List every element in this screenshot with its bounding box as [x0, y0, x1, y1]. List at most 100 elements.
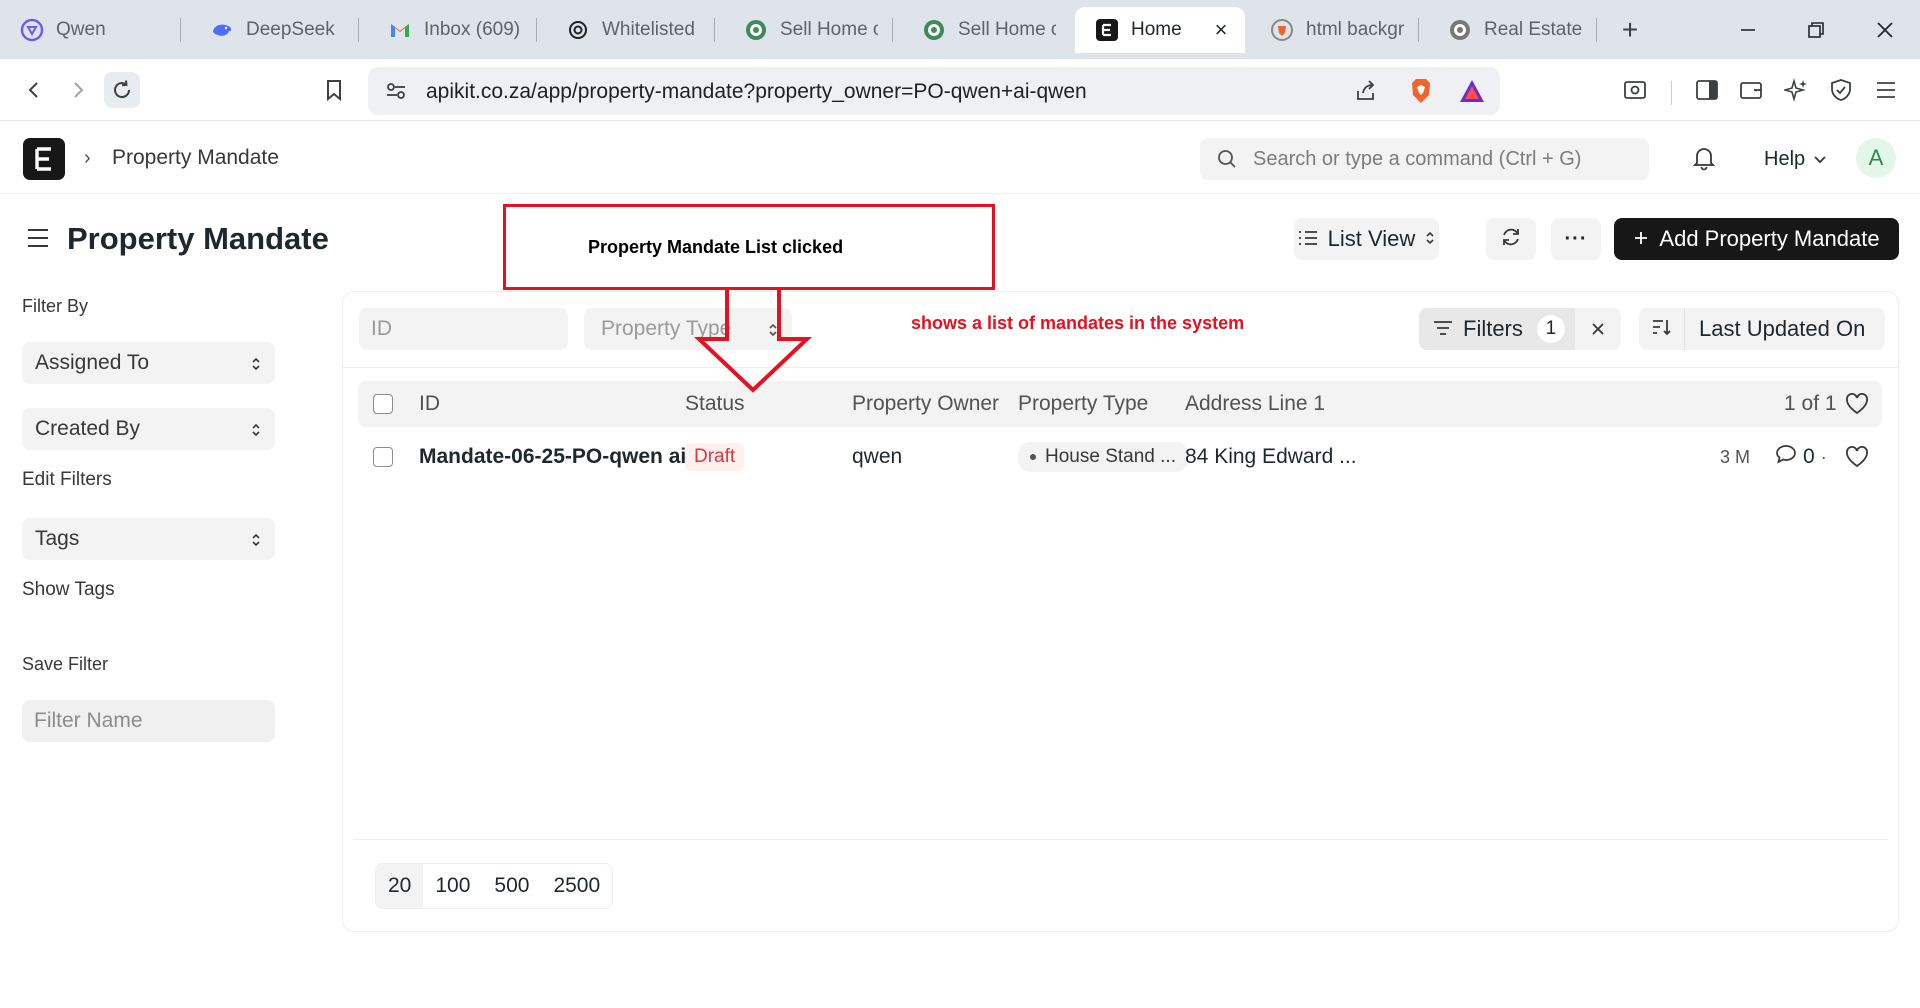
row-owner-cell[interactable]: qwen	[852, 432, 902, 482]
select-all-checkbox[interactable]	[373, 394, 393, 414]
browser-tab-real-estate[interactable]: Real Estate M	[1428, 7, 1596, 53]
filter-name-input[interactable]	[22, 700, 275, 742]
gmail-icon	[388, 18, 412, 42]
status-badge[interactable]: Draft	[685, 443, 745, 471]
table-row[interactable]: Mandate-06-25-PO-qwen ai-qwen Draft qwen…	[358, 432, 1882, 482]
save-filter-label: Save Filter	[22, 654, 109, 674]
bookmark-icon[interactable]	[316, 72, 352, 108]
notification-bell-icon[interactable]	[1692, 145, 1716, 176]
browser-tab-deepseek[interactable]: DeepSeek	[190, 7, 358, 53]
tab-title: Real Estate M	[1484, 19, 1582, 40]
share-icon[interactable]	[1354, 79, 1378, 108]
assigned-to-label: Assigned To	[35, 351, 150, 374]
tab-title: Sell Home or	[780, 19, 878, 40]
browser-tab-home[interactable]: Home ×	[1075, 7, 1245, 53]
chevron-down-icon	[1813, 148, 1827, 171]
browser-tab-whitelisted[interactable]: Whitelisted fu	[546, 7, 714, 53]
site-settings-icon[interactable]	[384, 79, 408, 108]
browser-tab-sell-home-2[interactable]: Sell Home or	[902, 7, 1070, 53]
sidebar-toggle-hamburger-icon[interactable]	[27, 228, 49, 253]
app-logo[interactable]	[23, 138, 65, 180]
frappe-e-icon	[1095, 18, 1119, 42]
list-view-switcher[interactable]: List View	[1294, 218, 1439, 260]
created-by-label: Created By	[35, 417, 141, 440]
refresh-button[interactable]	[1486, 218, 1536, 260]
add-property-mandate-button[interactable]: Add Property Mandate	[1614, 218, 1899, 260]
wallet-icon[interactable]	[1733, 72, 1769, 108]
leo-ai-icon[interactable]	[1778, 72, 1814, 108]
page-size-2500[interactable]: 2500	[541, 864, 612, 908]
qwen-icon	[20, 18, 44, 42]
page-length-selector: 20 100 500 2500	[375, 863, 614, 909]
browser-tab-gmail[interactable]: Inbox (609) -	[368, 7, 536, 53]
new-tab-button[interactable]: +	[1614, 14, 1646, 46]
liked-filter-heart-icon[interactable]	[1845, 381, 1869, 427]
annotation-down-arrow-icon	[693, 290, 813, 393]
comment-icon	[1775, 444, 1797, 470]
page-size-100[interactable]: 100	[423, 864, 482, 908]
tab-title: DeepSeek	[246, 19, 335, 40]
vpn-shield-icon[interactable]	[1823, 72, 1859, 108]
awesomebar[interactable]	[1200, 138, 1649, 180]
row-address-cell[interactable]: 84 King Edward ...	[1185, 432, 1357, 482]
up-down-chevron-icon	[251, 354, 261, 378]
created-by-select[interactable]: Created By	[22, 408, 275, 450]
close-window-icon[interactable]	[1867, 12, 1903, 48]
address-bar[interactable]: apikit.co.za/app/property-mandate?proper…	[368, 67, 1500, 115]
browser-tab-sell-home-1[interactable]: Sell Home or	[724, 7, 892, 53]
minimize-icon[interactable]	[1730, 12, 1766, 48]
globe-icon	[744, 18, 768, 42]
row-checkbox[interactable]	[373, 447, 393, 467]
menu-icon[interactable]	[1868, 72, 1904, 108]
tab-title: Qwen	[56, 19, 106, 40]
sort-direction-button[interactable]	[1639, 308, 1685, 350]
restore-icon[interactable]	[1798, 12, 1834, 48]
close-tab-icon[interactable]: ×	[1209, 17, 1233, 42]
divider	[353, 839, 1888, 840]
back-icon[interactable]	[16, 72, 52, 108]
assigned-to-select[interactable]: Assigned To	[22, 342, 275, 384]
clear-filters-button[interactable]	[1575, 308, 1621, 350]
add-button-label: Add Property Mandate	[1659, 226, 1880, 251]
reload-icon[interactable]	[104, 72, 140, 108]
property-type-value: House Stand ...	[1045, 446, 1176, 467]
view-label: List View	[1327, 226, 1416, 251]
page-size-500[interactable]: 500	[482, 864, 541, 908]
comment-count[interactable]: 0 ·	[1775, 432, 1827, 482]
row-id-link[interactable]: Mandate-06-25-PO-qwen ai-qwen	[419, 445, 721, 469]
comment-count-value: 0	[1803, 445, 1815, 468]
tags-select[interactable]: Tags	[22, 518, 275, 560]
avatar[interactable]: A	[1856, 138, 1896, 178]
browser-tab-html-background[interactable]: html backgro	[1250, 7, 1418, 53]
up-down-chevron-icon	[251, 420, 261, 444]
sort-field-select[interactable]: Last Updated On	[1685, 308, 1885, 350]
tab-title: Sell Home or	[958, 19, 1056, 40]
result-count: 1 of 1	[1784, 392, 1837, 415]
show-tags-link[interactable]: Show Tags	[22, 579, 115, 601]
sidebar-toggle-icon[interactable]	[1689, 72, 1725, 108]
filters-button[interactable]: Filters 1	[1419, 308, 1575, 350]
search-icon	[1216, 148, 1238, 175]
screenshot-tool-icon[interactable]	[1617, 72, 1653, 108]
search-input[interactable]	[1253, 138, 1633, 180]
screenshot-root: Qwen DeepSeek Inbox (609) - Whitelisted …	[0, 0, 1920, 1008]
app-navbar: › Property Mandate Help A	[0, 121, 1920, 194]
help-dropdown[interactable]: Help	[1764, 148, 1827, 171]
property-type-pill[interactable]: House Stand ...	[1018, 442, 1188, 472]
browser-tab-qwen[interactable]: Qwen	[0, 7, 180, 53]
edit-filters-link[interactable]: Edit Filters	[22, 469, 112, 491]
filters-count-badge: 1	[1536, 315, 1565, 343]
more-actions-button[interactable]: ···	[1551, 218, 1601, 260]
globe-icon	[1448, 18, 1472, 42]
id-filter-input[interactable]	[359, 308, 568, 350]
like-heart-icon[interactable]	[1845, 432, 1869, 482]
brave-shields-icon[interactable]	[1408, 77, 1434, 110]
url-text[interactable]: apikit.co.za/app/property-mandate?proper…	[426, 80, 1087, 104]
plus-icon	[1633, 226, 1649, 252]
breadcrumb[interactable]: Property Mandate	[112, 146, 279, 170]
brave-rewards-icon[interactable]	[1458, 78, 1486, 109]
row-id-cell: Mandate-06-25-PO-qwen ai-qwen	[419, 432, 721, 482]
forward-icon[interactable]	[60, 72, 96, 108]
page-size-20[interactable]: 20	[376, 864, 424, 908]
globe-icon	[922, 18, 946, 42]
